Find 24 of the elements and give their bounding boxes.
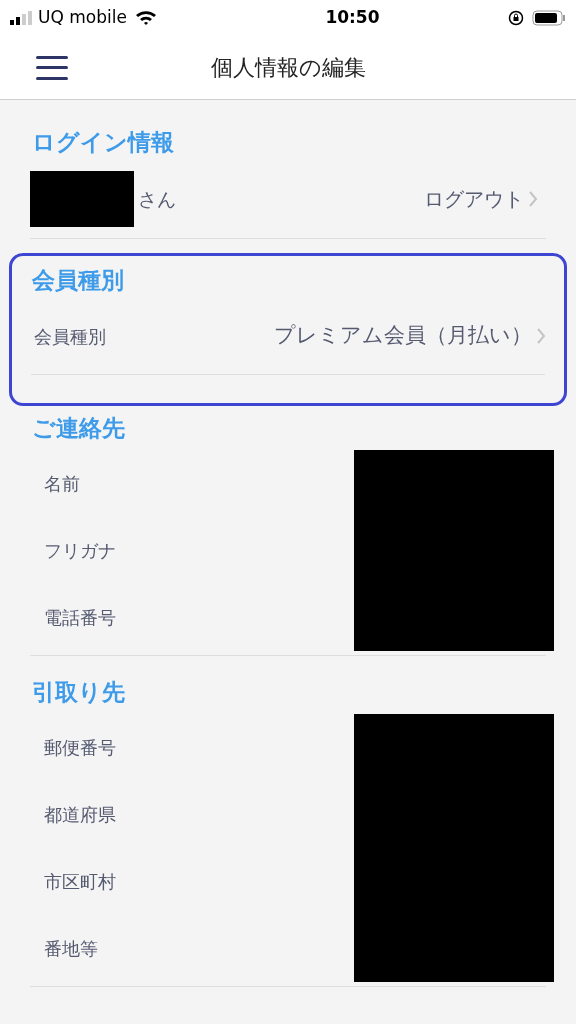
battery-icon: [532, 10, 566, 26]
signal-icon: [10, 11, 34, 25]
chevron-right-icon: [536, 327, 546, 345]
clock-time: 10:50: [325, 6, 380, 30]
menu-button[interactable]: [36, 53, 68, 82]
field-label: 郵便番号: [44, 736, 116, 760]
field-label: 電話番号: [44, 606, 116, 630]
membership-row[interactable]: 会員種別 プレミアム会員（月払い）: [12, 302, 564, 370]
user-suffix: さん: [138, 186, 176, 212]
section-heading: ご連絡先: [32, 413, 125, 443]
field-label: 市区町村: [44, 870, 116, 894]
page-title: 個人情報の編集: [210, 54, 366, 82]
field-label: 名前: [44, 472, 80, 496]
carrier-name: UQ mobile: [38, 6, 127, 30]
section-heading: 会員種別: [32, 265, 124, 295]
wifi-icon: [134, 10, 157, 26]
logout-link[interactable]: ログアウト: [424, 184, 538, 214]
field-label: 番地等: [44, 937, 98, 961]
section-heading: ログイン情報: [32, 127, 174, 157]
section-heading: 引取り先: [32, 677, 125, 707]
field-label: フリガナ: [44, 539, 116, 563]
field-label: 都道府県: [44, 803, 116, 827]
rotation-lock-icon: [508, 10, 524, 26]
chevron-right-icon: [528, 190, 538, 208]
